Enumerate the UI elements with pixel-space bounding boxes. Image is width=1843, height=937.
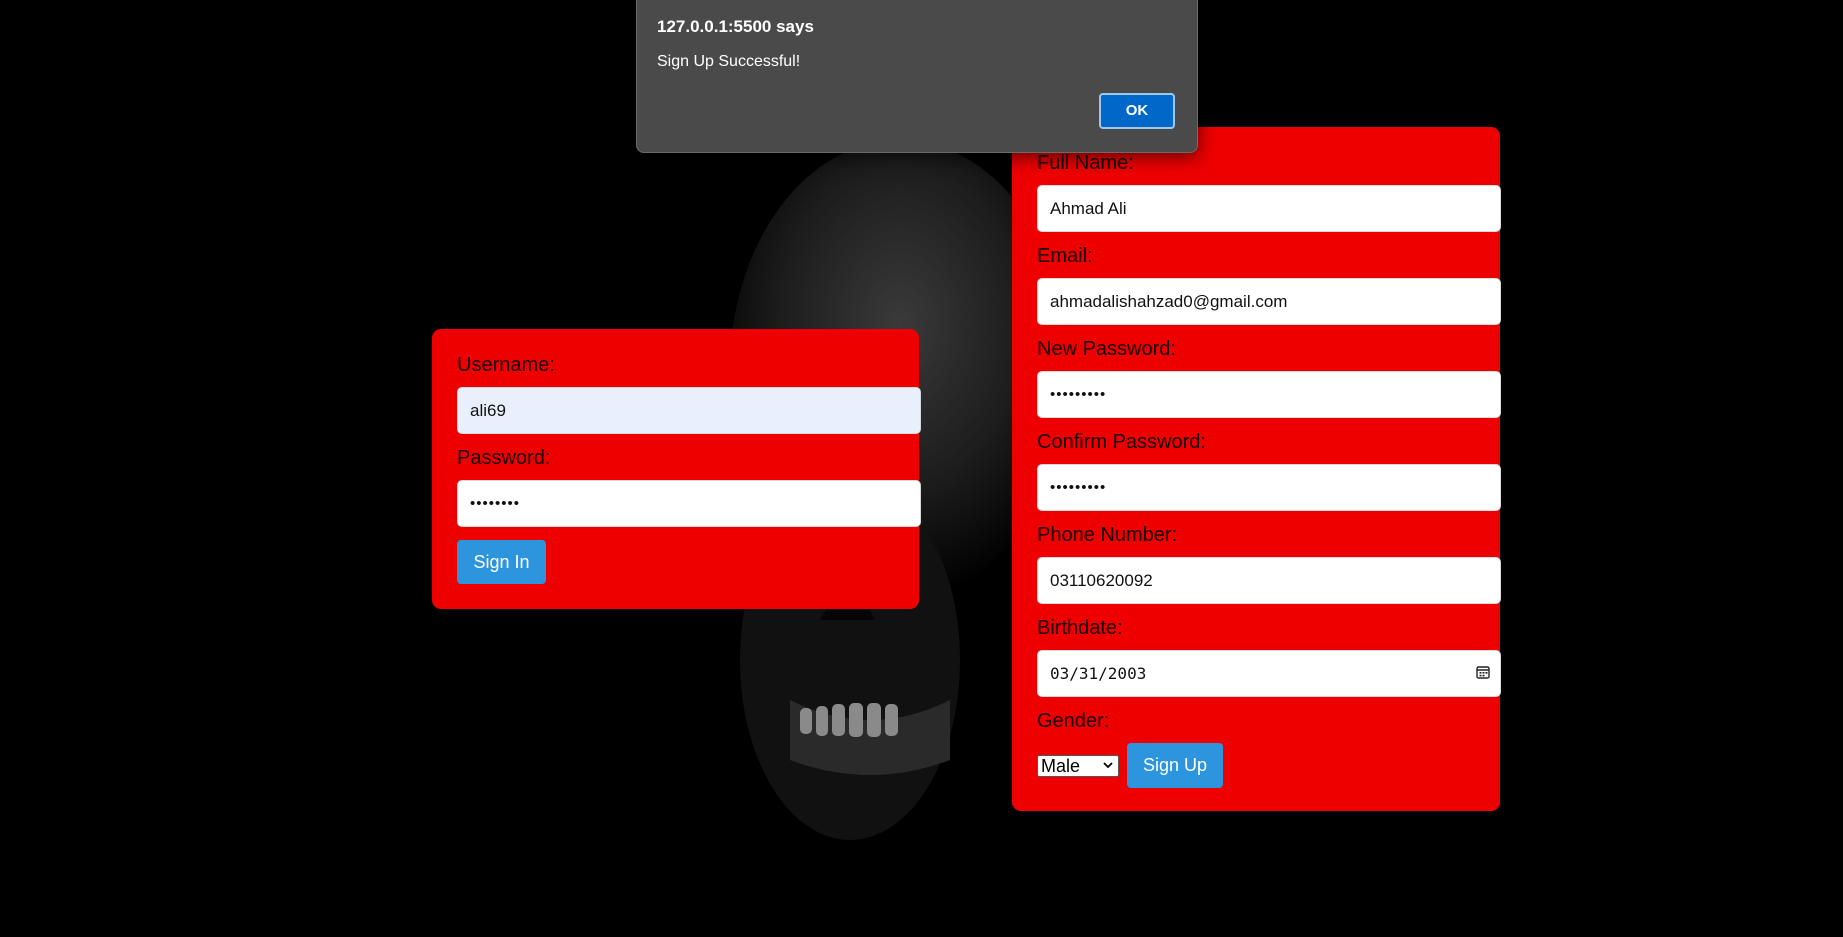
email-label: Email:: [1037, 245, 1093, 267]
dialog-message: Sign Up Successful!: [657, 53, 801, 70]
gender-row: Male Sign Up: [1037, 743, 1500, 788]
email-input[interactable]: ahmadalishahzad0@gmail.com: [1037, 278, 1501, 325]
username-label: Username:: [457, 354, 555, 376]
birthdate-value: 03/31/2003: [1050, 664, 1147, 683]
gender-select[interactable]: Male: [1037, 754, 1119, 777]
sign-up-button[interactable]: Sign Up: [1127, 743, 1223, 788]
new-password-input[interactable]: •••••••••: [1037, 371, 1501, 418]
chevron-down-icon: [1103, 761, 1113, 768]
ok-button[interactable]: OK: [1099, 93, 1175, 129]
page-background: Username: ali69 Password: •••••••• Sign …: [0, 0, 1843, 937]
birthdate-label: Birthdate:: [1037, 617, 1123, 639]
gender-selected-value: Male: [1041, 755, 1081, 776]
phone-input[interactable]: 03110620092: [1037, 557, 1501, 604]
fullname-input[interactable]: Ahmad Ali: [1037, 185, 1501, 232]
confirm-password-input[interactable]: •••••••••: [1037, 464, 1501, 511]
sign-in-button[interactable]: Sign In: [457, 540, 546, 584]
signin-form: Username: ali69 Password: •••••••• Sign …: [432, 329, 921, 609]
new-password-label: New Password:: [1037, 338, 1176, 360]
password-label: Password:: [457, 447, 551, 469]
gender-label: Gender:: [1037, 710, 1110, 732]
dialog-title: 127.0.0.1:5500 says: [657, 17, 814, 36]
signup-form: Full Name: Ahmad Ali Email: ahmadalishah…: [1012, 127, 1501, 811]
confirm-password-label: Confirm Password:: [1037, 431, 1206, 453]
alert-dialog: 127.0.0.1:5500 says Sign Up Successful! …: [636, 0, 1198, 153]
password-input[interactable]: ••••••••: [457, 480, 921, 527]
username-input[interactable]: ali69: [457, 387, 921, 434]
phone-label: Phone Number:: [1037, 524, 1178, 546]
fullname-label: Full Name:: [1037, 152, 1134, 174]
birthdate-input[interactable]: 03/31/2003: [1037, 650, 1501, 697]
calendar-icon[interactable]: [1476, 665, 1490, 679]
